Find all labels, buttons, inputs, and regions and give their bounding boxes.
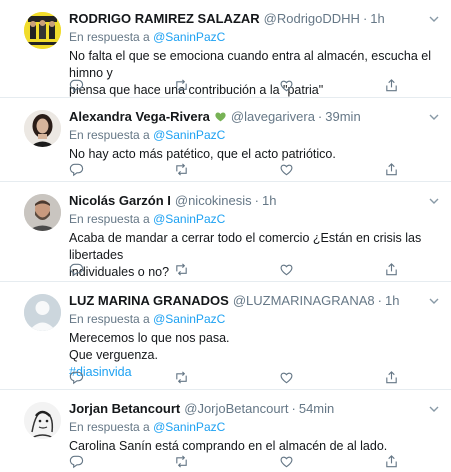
timestamp[interactable]: 1h [262,192,276,209]
tweet-text: No hay acto más patético, que el acto pa… [69,146,441,163]
reply-mention-link[interactable]: @SaninPazC [153,212,225,226]
retweet-icon[interactable] [174,162,189,177]
user-handle[interactable]: @RodrigoDDHH [264,10,360,27]
reply-mention-link[interactable]: @SaninPazC [153,30,225,44]
reply-icon[interactable] [69,454,84,469]
bearded-man-avatar[interactable] [24,194,61,231]
green-heart-icon [215,112,226,122]
tweet[interactable]: Alexandra Vega-Rivera @lavegarivera · 39… [0,98,451,182]
chevron-down-icon[interactable] [427,402,441,416]
tweet-text-line: Carolina Sanín está comprando en el alma… [69,439,388,453]
timestamp[interactable]: 54min [299,400,334,417]
reply-prefix: En respuesta a [69,30,150,44]
retweet-icon[interactable] [174,262,189,277]
default-profile-avatar[interactable] [24,294,61,331]
display-name[interactable]: Alexandra Vega-Rivera [69,108,210,125]
tweet-text-line: Merecemos lo que nos pasa. [69,331,230,345]
like-icon[interactable] [279,454,294,469]
separator: · [291,401,296,416]
retweet-icon[interactable] [174,454,189,469]
retweet-icon[interactable] [174,78,189,93]
user-handle[interactable]: @LUZMARINAGRANA8 [233,292,375,309]
tweet-text-line: Que verguenza. [69,348,158,362]
timestamp[interactable]: 1h [385,292,399,309]
like-icon[interactable] [279,262,294,277]
tweet-actions [69,162,399,178]
reply-mention-link[interactable]: @SaninPazC [153,312,225,326]
sketch-avatar[interactable] [24,402,61,439]
chevron-down-icon[interactable] [427,294,441,308]
reply-prefix: En respuesta a [69,312,150,326]
tweet-actions [69,78,399,94]
tweet[interactable]: Jorjan Betancourt @JorjoBetancourt · 54m… [0,390,451,472]
book-cover-avatar[interactable] [24,12,61,49]
separator: · [254,193,259,208]
separator: · [362,11,368,26]
tweet-text-line: Acaba de mandar a cerrar todo el comerci… [69,231,422,262]
tweet-text-line: No falta el que se emociona cuando entra… [69,49,432,80]
tweet-header: Nicolás Garzón I @nicokinesis · 1h [69,192,441,209]
tweet-header: RODRIGO RAMIREZ SALAZAR @RodrigoDDHH · 1… [69,10,441,27]
reply-prefix: En respuesta a [69,420,150,434]
tweet-actions [69,370,399,386]
reply-context: En respuesta a @SaninPazC [69,29,441,46]
tweet-header: Jorjan Betancourt @JorjoBetancourt · 54m… [69,400,441,417]
reply-context: En respuesta a @SaninPazC [69,419,441,436]
separator: · [317,109,323,124]
tweet-content: Jorjan Betancourt @JorjoBetancourt · 54m… [69,400,441,455]
like-icon[interactable] [279,78,294,93]
reply-prefix: En respuesta a [69,212,150,226]
tweet-content: LUZ MARINA GRANADOS @LUZMARINAGRANA8 · 1… [69,292,441,381]
share-icon[interactable] [384,162,399,177]
share-icon[interactable] [384,370,399,385]
tweet-actions [69,454,399,470]
display-name[interactable]: Jorjan Betancourt [69,400,180,417]
tweet[interactable]: RODRIGO RAMIREZ SALAZAR @RodrigoDDHH · 1… [0,0,451,98]
tweet[interactable]: Nicolás Garzón I @nicokinesis · 1h En re… [0,182,451,282]
reply-icon[interactable] [69,262,84,277]
display-name[interactable]: LUZ MARINA GRANADOS [69,292,229,309]
tweet[interactable]: LUZ MARINA GRANADOS @LUZMARINAGRANA8 · 1… [0,282,451,390]
portrait-avatar[interactable] [24,110,61,147]
retweet-icon[interactable] [174,370,189,385]
reply-mention-link[interactable]: @SaninPazC [153,128,225,142]
reply-icon[interactable] [69,162,84,177]
reply-mention-link[interactable]: @SaninPazC [153,420,225,434]
reply-icon[interactable] [69,78,84,93]
share-icon[interactable] [384,454,399,469]
tweet-actions [69,262,399,278]
display-name[interactable]: Nicolás Garzón I [69,192,171,209]
replies-feed: RODRIGO RAMIREZ SALAZAR @RodrigoDDHH · 1… [0,0,451,472]
timestamp[interactable]: 1h [370,10,384,27]
chevron-down-icon[interactable] [427,194,441,208]
chevron-down-icon[interactable] [427,110,441,124]
separator: · [377,293,382,308]
user-handle[interactable]: @JorjoBetancourt [184,400,288,417]
tweet-text-line: No hay acto más patético, que el acto pa… [69,147,336,161]
timestamp[interactable]: 39min [325,108,360,125]
share-icon[interactable] [384,78,399,93]
chevron-down-icon[interactable] [427,12,441,26]
tweet-header: LUZ MARINA GRANADOS @LUZMARINAGRANA8 · 1… [69,292,441,309]
reply-context: En respuesta a @SaninPazC [69,311,441,328]
reply-context: En respuesta a @SaninPazC [69,211,441,228]
display-name[interactable]: RODRIGO RAMIREZ SALAZAR [69,10,260,27]
tweet-text: Carolina Sanín está comprando en el alma… [69,438,441,455]
reply-prefix: En respuesta a [69,128,150,142]
share-icon[interactable] [384,262,399,277]
user-handle[interactable]: @nicokinesis [175,192,252,209]
user-handle[interactable]: @lavegarivera [231,108,315,125]
tweet-header: Alexandra Vega-Rivera @lavegarivera · 39… [69,108,441,125]
like-icon[interactable] [279,162,294,177]
tweet-content: Alexandra Vega-Rivera @lavegarivera · 39… [69,108,441,163]
reply-context: En respuesta a @SaninPazC [69,127,441,144]
like-icon[interactable] [279,370,294,385]
reply-icon[interactable] [69,370,84,385]
